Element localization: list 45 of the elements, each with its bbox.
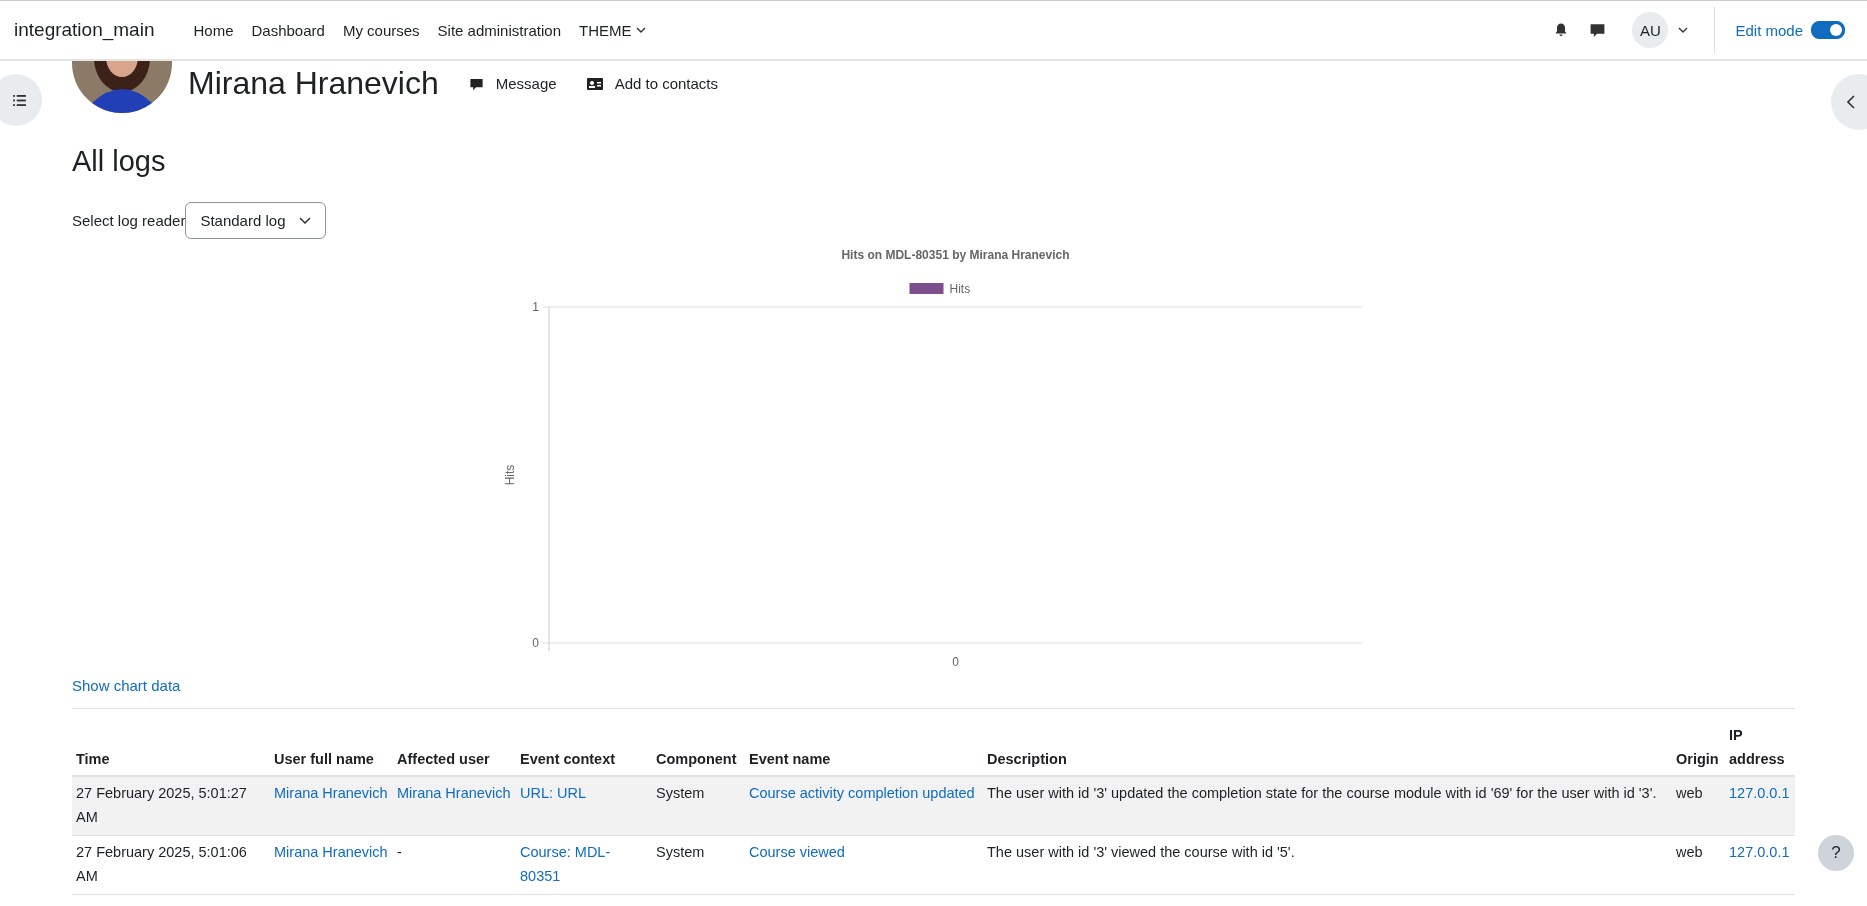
y-tick-label: 0 [532, 636, 539, 650]
y-axis-label: Hits [503, 464, 517, 486]
legend-label: Hits [949, 282, 971, 296]
nav-link[interactable]: Dashboard [242, 21, 334, 39]
chevron-left-icon [1847, 95, 1855, 109]
table-cell-text: - [397, 843, 403, 862]
table-link[interactable]: Course viewed [749, 840, 979, 864]
x-tick-label: 0 [952, 655, 959, 669]
course-index-button[interactable] [0, 74, 42, 126]
nav-link[interactable]: Home [184, 21, 243, 39]
help-button[interactable]: ? [1818, 835, 1854, 871]
list-icon [12, 94, 26, 106]
nav-link[interactable]: THEME [570, 21, 656, 39]
log-reader-label: Select log reader [72, 212, 186, 229]
site-name[interactable]: integration_main [14, 19, 155, 41]
nav-link[interactable]: Site administration [428, 21, 570, 39]
edit-mode-toggle[interactable] [1811, 21, 1845, 39]
profile-action-link[interactable]: Add to contacts [586, 75, 719, 93]
caret-icon [299, 217, 312, 224]
user-name: Mirana Hranevich [188, 65, 439, 101]
table-cell-text: 27 February 2025, 5:01:06 AM [76, 843, 248, 886]
chat-icon [468, 76, 484, 92]
table-cell-text: The user with id '3' viewed the course with id '5'. [987, 843, 1296, 862]
table-cell-text: web [1676, 843, 1704, 862]
table-link[interactable]: 127.0.0.1 [1729, 840, 1791, 864]
chat-icon[interactable] [1589, 21, 1607, 39]
y-tick-label: 1 [532, 300, 539, 314]
log-reader-select[interactable]: Standard log [185, 202, 327, 239]
table-cell-text: The user with id '3' updated the completion state for the course module with id '69' for the user with id '3'. [987, 784, 1658, 803]
table-link[interactable]: Mirana Hranevich [274, 840, 389, 864]
table-link[interactable]: Course: MDL-80351 [520, 840, 648, 888]
user-avatar[interactable]: AU [1632, 12, 1669, 48]
show-chart-data-link[interactable]: Show chart data [72, 677, 181, 694]
profile-action-link[interactable]: Message [468, 75, 557, 93]
caret-icon [636, 27, 647, 33]
table-cell-text: System [656, 843, 706, 862]
table-cell-text: System [656, 784, 706, 803]
chart-title: Hits on MDL-80351 by Mirana Hranevich [841, 248, 1070, 262]
caret-icon[interactable] [1678, 27, 1689, 33]
contact-card-icon [586, 77, 603, 91]
nav-link[interactable]: My courses [333, 21, 429, 39]
table-cell-text: 27 February 2025, 5:01:27 AM [76, 784, 248, 827]
page-heading: All logs [72, 145, 167, 178]
edit-mode-label: Edit mode [1735, 21, 1803, 39]
table-cell-text: web [1676, 784, 1704, 803]
